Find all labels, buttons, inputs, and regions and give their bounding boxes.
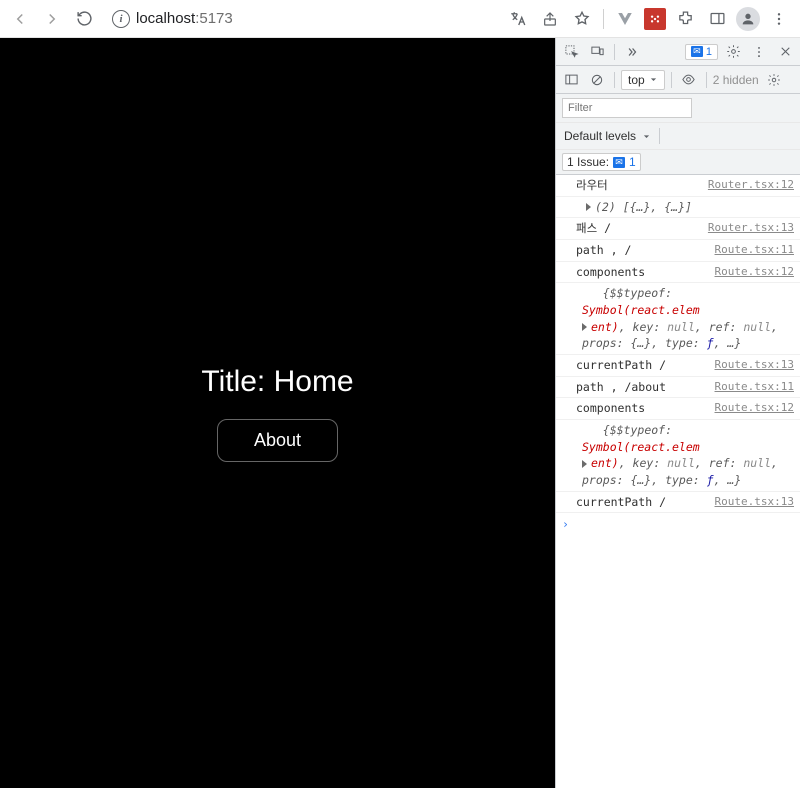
- hidden-count: 2 hidden: [713, 73, 759, 87]
- share-icon[interactable]: [537, 6, 563, 32]
- levels-row[interactable]: Default levels: [556, 123, 800, 150]
- page-viewport: Title: Home About: [0, 38, 555, 788]
- live-expression-icon[interactable]: [678, 69, 700, 91]
- log-obj-line2: ent), key: null, ref: null, props: {…}, …: [582, 320, 778, 351]
- issue-label: 1 Issue:: [567, 155, 609, 169]
- clear-console-icon[interactable]: [586, 69, 608, 91]
- log-row[interactable]: (2) [{…}, {…}]: [556, 197, 800, 219]
- log-obj: {$$typeof: Symbol(react.elem: [582, 423, 700, 454]
- devtools-kebab-icon[interactable]: [748, 41, 770, 63]
- log-msg: currentPath /: [576, 358, 666, 372]
- log-obj: {$$typeof: Symbol(react.elem: [582, 286, 700, 317]
- source-link[interactable]: Route.tsx:12: [715, 264, 794, 280]
- sidepanel-icon[interactable]: [704, 6, 730, 32]
- vue-ext-icon[interactable]: [612, 6, 638, 32]
- log-obj-line2: ent), key: null, ref: null, props: {…}, …: [582, 456, 778, 487]
- source-link[interactable]: Route.tsx:13: [715, 357, 794, 373]
- browser-toolbar: i localhost:5173: [0, 0, 800, 38]
- source-link[interactable]: Router.tsx:12: [708, 177, 794, 193]
- separator: [706, 72, 707, 88]
- source-link[interactable]: Route.tsx:11: [715, 242, 794, 258]
- profile-avatar[interactable]: [736, 7, 760, 31]
- devtools-tabbar: ✉ 1: [556, 38, 800, 66]
- expand-arrow-icon[interactable]: [582, 460, 587, 468]
- expand-arrow-icon[interactable]: [586, 203, 591, 211]
- log-msg: components: [576, 401, 645, 415]
- log-row: Router.tsx:12 라우터: [556, 175, 800, 197]
- extension-red-icon[interactable]: [644, 8, 666, 30]
- badge-count: 1: [706, 46, 712, 58]
- separator: [659, 128, 660, 144]
- source-link[interactable]: Route.tsx:12: [715, 400, 794, 416]
- toolbar-actions: [505, 6, 794, 32]
- log-msg: currentPath /: [576, 495, 666, 509]
- devtools-panel: ✉ 1 top: [555, 38, 800, 788]
- url-text: localhost:5173: [136, 10, 233, 27]
- log-row[interactable]: {$$typeof: Symbol(react.elem ent), key: …: [556, 420, 800, 492]
- extensions-icon[interactable]: [672, 6, 698, 32]
- log-row[interactable]: {$$typeof: Symbol(react.elem ent), key: …: [556, 283, 800, 355]
- log-msg: 라우터: [576, 178, 608, 192]
- source-link[interactable]: Route.tsx:11: [715, 379, 794, 395]
- source-link[interactable]: Route.tsx:13: [715, 494, 794, 510]
- log-row: Route.tsx:12 components: [556, 398, 800, 420]
- console-toolbar: top 2 hidden: [556, 66, 800, 94]
- console-output: Router.tsx:12 라우터 (2) [{…}, {…}] Router.…: [556, 175, 800, 788]
- log-msg: path , /: [576, 243, 631, 257]
- back-button[interactable]: [6, 5, 34, 33]
- console-settings-gear-icon[interactable]: [763, 69, 785, 91]
- sidebar-toggle-icon[interactable]: [560, 69, 582, 91]
- log-row: Route.tsx:12 components: [556, 262, 800, 284]
- issues-badge[interactable]: ✉ 1: [685, 44, 718, 60]
- forward-button[interactable]: [38, 5, 66, 33]
- log-row: Route.tsx:11 path , /about: [556, 377, 800, 399]
- issues-row: 1 Issue: ✉ 1: [556, 150, 800, 175]
- context-label: top: [628, 73, 645, 87]
- translate-icon[interactable]: [505, 6, 531, 32]
- devtools-close-icon[interactable]: [774, 41, 796, 63]
- inspect-element-icon[interactable]: [560, 41, 582, 63]
- issue-icon: ✉: [613, 157, 625, 168]
- page-title: Title: Home: [201, 365, 353, 399]
- about-button[interactable]: About: [217, 419, 338, 462]
- separator: [671, 72, 672, 88]
- log-msg: components: [576, 265, 645, 279]
- issue-count: 1: [629, 155, 636, 169]
- log-row: Route.tsx:13 currentPath /: [556, 355, 800, 377]
- address-bar[interactable]: i localhost:5173: [106, 4, 243, 34]
- bookmark-star-icon[interactable]: [569, 6, 595, 32]
- levels-label: Default levels: [564, 129, 636, 143]
- filter-row: [556, 94, 800, 123]
- log-obj: (2) [{…}, {…}]: [595, 200, 692, 214]
- separator: [614, 44, 615, 60]
- log-row: Route.tsx:13 currentPath /: [556, 492, 800, 514]
- issue-chip[interactable]: 1 Issue: ✉ 1: [562, 153, 641, 171]
- kebab-menu-icon[interactable]: [766, 6, 792, 32]
- separator: [614, 72, 615, 88]
- device-toolbar-icon[interactable]: [586, 41, 608, 63]
- reload-button[interactable]: [70, 5, 98, 33]
- log-msg: path , /about: [576, 380, 666, 394]
- console-prompt[interactable]: ›: [556, 513, 800, 536]
- more-tabs-icon[interactable]: [621, 41, 643, 63]
- filter-input[interactable]: [562, 98, 692, 118]
- settings-gear-icon[interactable]: [722, 41, 744, 63]
- context-selector[interactable]: top: [621, 70, 665, 90]
- log-msg: 패스 /: [576, 221, 611, 235]
- log-row: Route.tsx:11 path , /: [556, 240, 800, 262]
- chevron-down-icon: [642, 132, 651, 141]
- log-row: Router.tsx:13 패스 /: [556, 218, 800, 240]
- expand-arrow-icon[interactable]: [582, 323, 587, 331]
- issue-sq-icon: ✉: [691, 46, 703, 57]
- source-link[interactable]: Router.tsx:13: [708, 220, 794, 236]
- separator: [603, 9, 604, 29]
- site-info-icon[interactable]: i: [112, 10, 130, 28]
